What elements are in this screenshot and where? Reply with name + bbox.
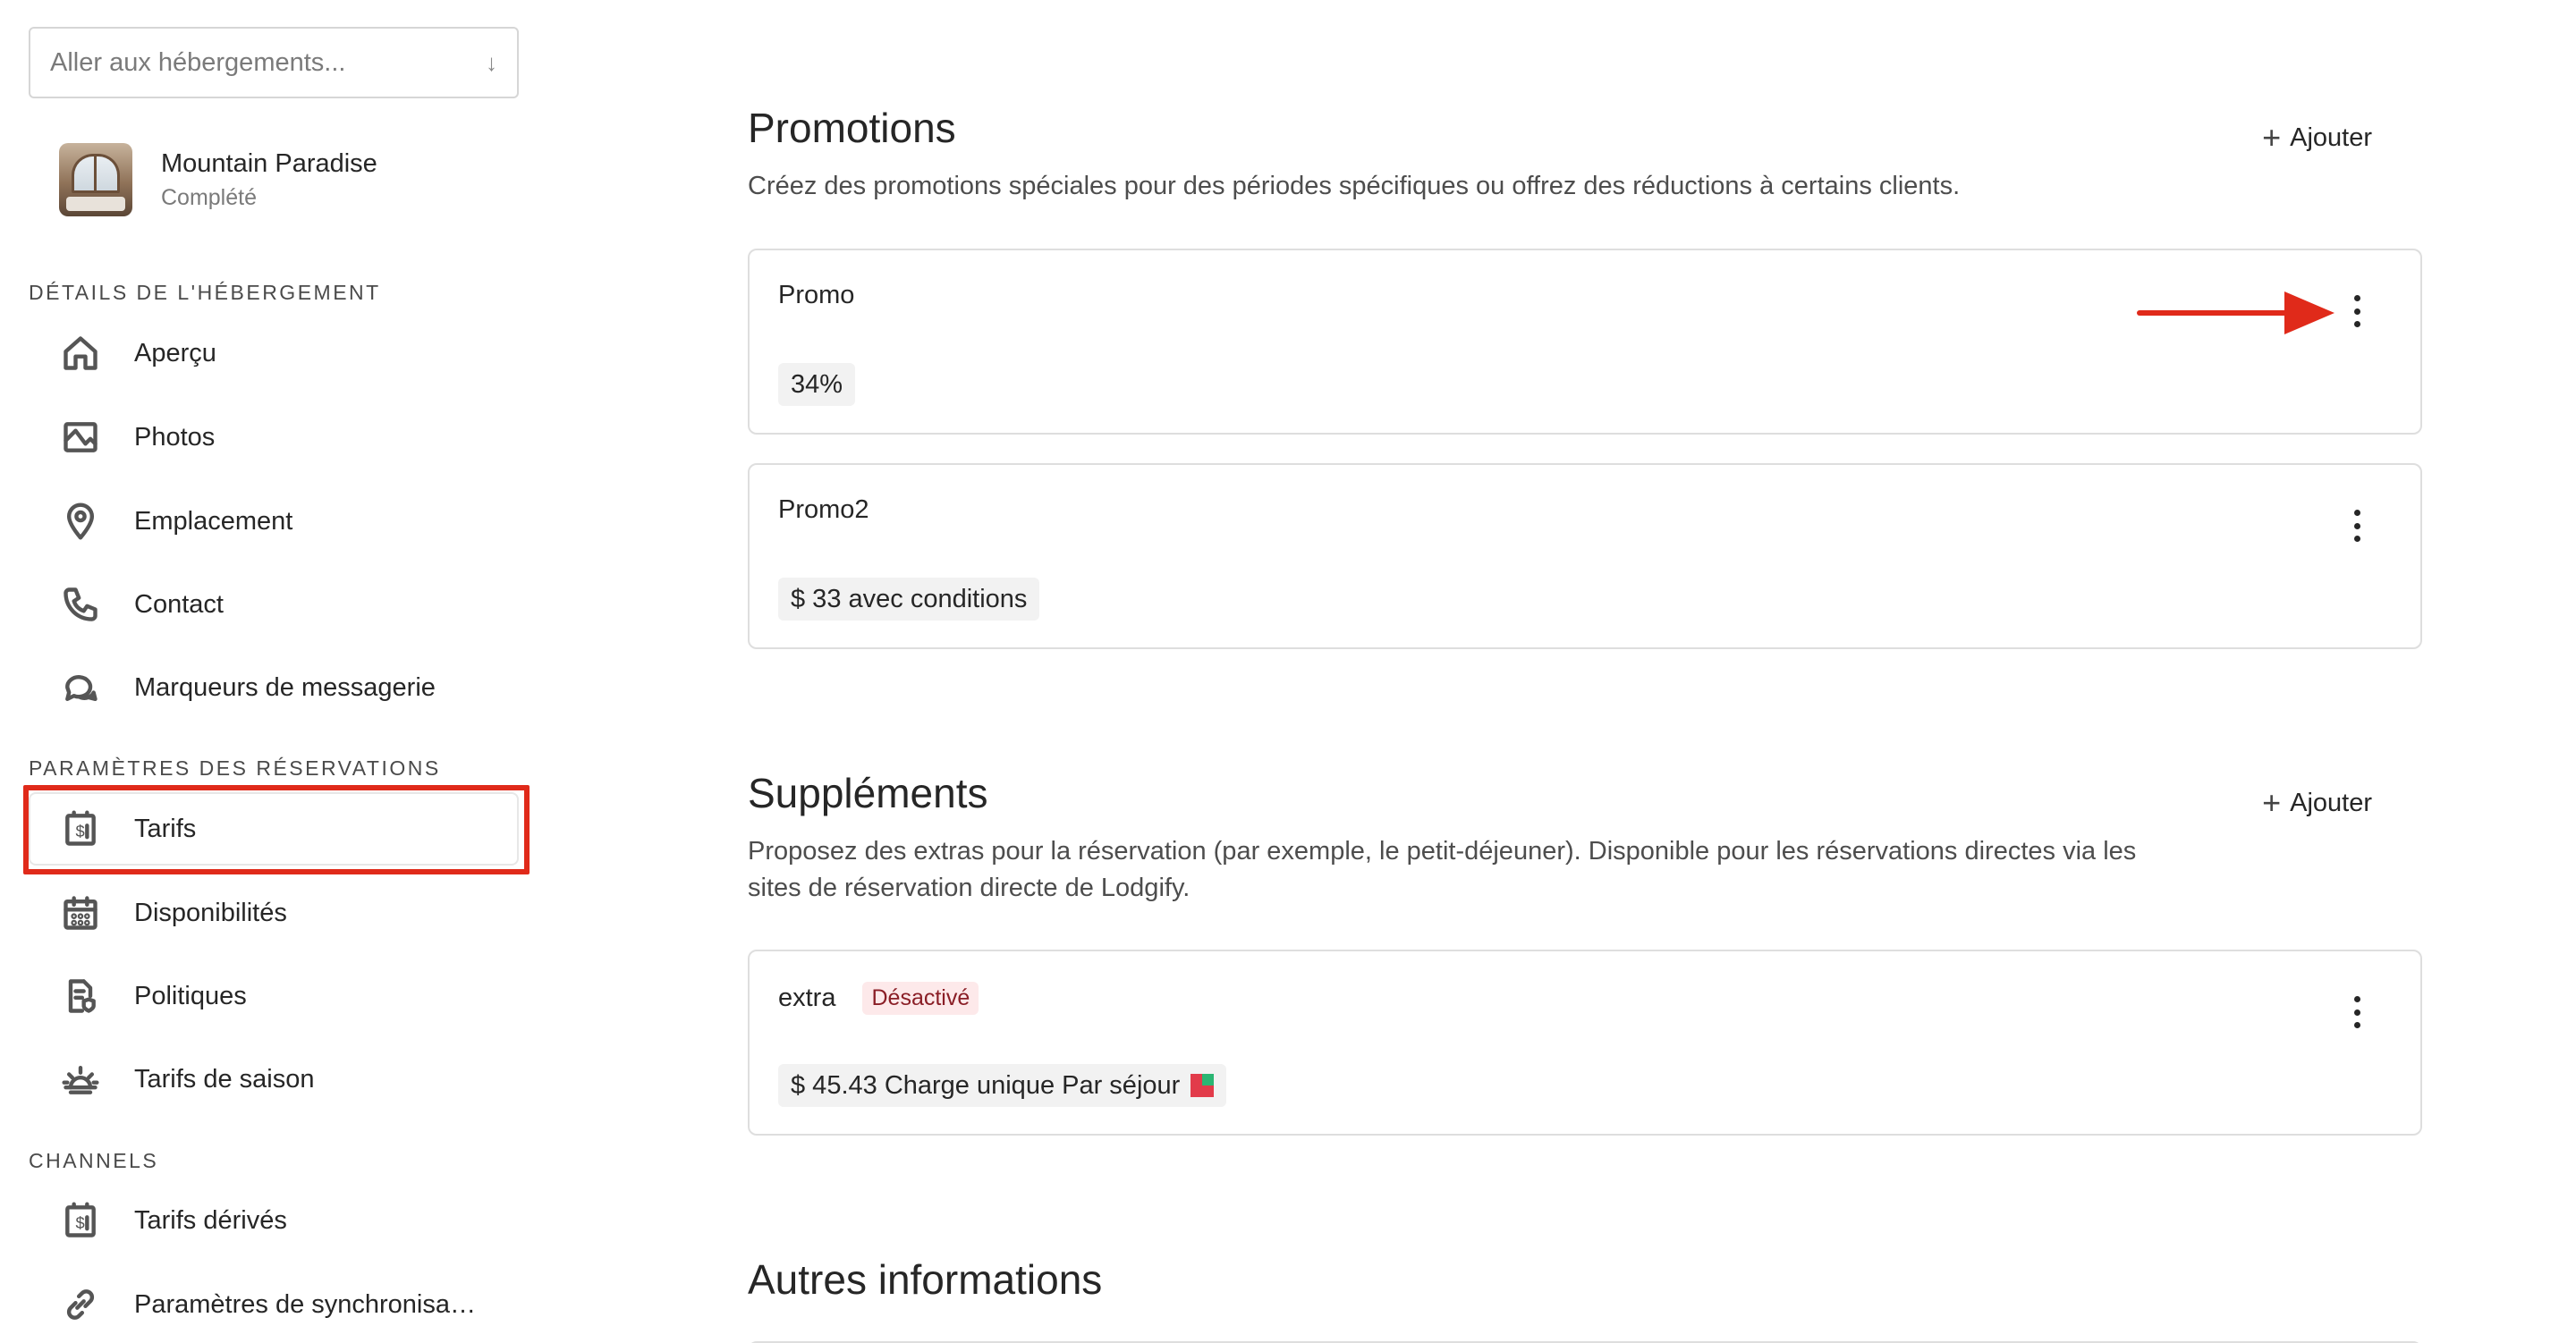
- image-icon: [59, 416, 102, 459]
- promotions-title: Promotions: [748, 105, 956, 151]
- sidebar-item-label: Politiques: [134, 981, 247, 1010]
- add-label: Ajouter: [2290, 788, 2372, 817]
- supplement-value-chip: $ 45.43 Charge unique Par séjour: [778, 1064, 1227, 1107]
- price-tag-icon: $: [59, 1199, 102, 1242]
- policy-document-icon: [59, 975, 102, 1018]
- sidebar-item-tarifs[interactable]: $ Tarifs: [29, 792, 519, 866]
- status-badge: Désactivé: [862, 982, 979, 1015]
- property-header[interactable]: Mountain Paradise Complété: [59, 143, 377, 216]
- supplement-title: extra: [778, 984, 836, 1012]
- sidebar-item-label: Marqueurs de messagerie: [134, 672, 436, 702]
- sidebar-item-label: Contact: [134, 589, 224, 619]
- supplements-description-line: Proposez des extras pour la réservation …: [748, 837, 2137, 866]
- sidebar: Aller aux hébergements... ↓ Mountain Par…: [0, 0, 537, 1343]
- promotion-title: Promo: [778, 281, 855, 309]
- supplement-value-text: $ 45.43 Charge unique Par séjour: [791, 1070, 1181, 1100]
- sidebar-item-politiques[interactable]: Politiques: [29, 959, 519, 1033]
- chat-bubbles-icon: [59, 666, 102, 709]
- property-name: Mountain Paradise: [161, 149, 377, 178]
- property-thumbnail: [59, 143, 132, 216]
- promotion-card[interactable]: Promo2 $ 33 avec conditions: [748, 463, 2422, 649]
- plus-icon: +: [2262, 784, 2282, 821]
- promotion-title: Promo2: [778, 495, 869, 524]
- sidebar-item-contact[interactable]: Contact: [29, 568, 519, 641]
- arrow-down-icon: ↓: [486, 48, 497, 76]
- property-select-placeholder: Aller aux hébergements...: [50, 47, 346, 77]
- promotion-value-chip: 34%: [778, 363, 856, 406]
- promotions-description: Créez des promotions spéciales pour des …: [748, 172, 1961, 200]
- svg-text:$: $: [76, 1213, 85, 1232]
- add-label: Ajouter: [2290, 122, 2372, 152]
- promotions-add-button[interactable]: + Ajouter: [2262, 122, 2372, 154]
- supplements-description: Proposez des extras pour la réservation …: [748, 833, 2136, 907]
- sidebar-item-photos[interactable]: Photos: [29, 401, 519, 474]
- supplement-card[interactable]: extra Désactivé $ 45.43 Charge unique Pa…: [748, 950, 2422, 1136]
- supplements-description-line: sites de réservation directe de Lodgify.: [748, 874, 1191, 902]
- section-label-details: DÉTAILS DE L'HÉBERGEMENT: [29, 281, 381, 304]
- property-select[interactable]: Aller aux hébergements... ↓: [29, 27, 519, 98]
- sidebar-item-sync[interactable]: Paramètres de synchronisa…: [29, 1268, 519, 1341]
- svg-text:$: $: [76, 822, 85, 840]
- phone-icon: [59, 583, 102, 626]
- more-options-icon[interactable]: [2343, 504, 2370, 547]
- sidebar-item-tarifs-derives[interactable]: $ Tarifs dérivés: [29, 1184, 519, 1257]
- main-content: Promotions + Ajouter Créez des promotion…: [748, 0, 2422, 1343]
- section-label-channels: CHANNELS: [29, 1149, 159, 1172]
- sidebar-item-disponibilites[interactable]: Disponibilités: [29, 876, 519, 950]
- link-icon: [59, 1283, 102, 1326]
- sidebar-item-label: Tarifs: [134, 814, 197, 843]
- annotation-arrow-icon: [2137, 291, 2334, 334]
- property-status: Complété: [161, 185, 257, 210]
- price-tag-icon: $: [59, 807, 102, 850]
- sidebar-item-label: Emplacement: [134, 506, 293, 536]
- lodgify-logo-icon: [1191, 1074, 1215, 1097]
- sidebar-item-label: Paramètres de synchronisa…: [134, 1289, 476, 1319]
- supplements-add-button[interactable]: + Ajouter: [2262, 787, 2372, 819]
- more-options-icon[interactable]: [2343, 991, 2370, 1034]
- promotion-card[interactable]: Promo 34%: [748, 249, 2422, 435]
- sidebar-item-apercu[interactable]: Aperçu: [29, 317, 519, 390]
- section-label-reservations: PARAMÈTRES DES RÉSERVATIONS: [29, 756, 441, 780]
- sidebar-item-label: Photos: [134, 422, 216, 452]
- sun-icon: [59, 1058, 102, 1101]
- sidebar-item-tarifs-saison[interactable]: Tarifs de saison: [29, 1043, 519, 1116]
- sidebar-item-label: Tarifs de saison: [134, 1064, 315, 1094]
- other-info-title: Autres informations: [748, 1256, 1103, 1303]
- plus-icon: +: [2262, 119, 2282, 156]
- sidebar-item-label: Disponibilités: [134, 898, 287, 927]
- more-options-icon[interactable]: [2343, 290, 2370, 333]
- sidebar-item-label: Aperçu: [134, 338, 216, 367]
- sidebar-item-emplacement[interactable]: Emplacement: [29, 485, 519, 558]
- supplements-title: Suppléments: [748, 770, 988, 816]
- location-pin-icon: [59, 500, 102, 543]
- promotion-value-chip: $ 33 avec conditions: [778, 578, 1040, 621]
- sidebar-item-marqueurs[interactable]: Marqueurs de messagerie: [29, 651, 519, 724]
- sidebar-item-label: Tarifs dérivés: [134, 1205, 287, 1235]
- home-icon: [59, 332, 102, 375]
- calendar-icon: [59, 891, 102, 934]
